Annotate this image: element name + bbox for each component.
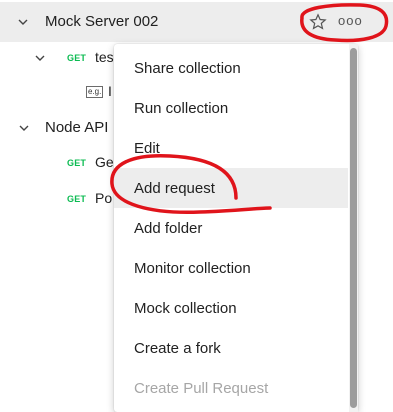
menu-item-edit[interactable]: Edit: [114, 128, 348, 168]
request-name: Po: [95, 190, 113, 206]
star-icon[interactable]: [309, 13, 327, 31]
chevron-down-icon[interactable]: [16, 15, 30, 29]
more-options-icon[interactable]: ooo: [338, 13, 363, 28]
menu-scrollbar[interactable]: [349, 44, 358, 412]
collection-name: Mock Server 002: [45, 13, 159, 30]
collection-row-mock-server[interactable]: Mock Server 002 ooo: [0, 2, 393, 42]
example-icon: e.g.: [86, 86, 104, 98]
menu-item-run-collection[interactable]: Run collection: [114, 88, 348, 128]
menu-item-add-folder[interactable]: Add folder: [114, 208, 348, 248]
method-badge: GET: [67, 53, 87, 63]
menu-item-create-fork[interactable]: Create a fork: [114, 328, 348, 368]
menu-item-mock-collection[interactable]: Mock collection: [114, 288, 348, 328]
menu-item-monitor-collection[interactable]: Monitor collection: [114, 248, 348, 288]
menu-item-add-request[interactable]: Add request: [114, 168, 348, 208]
request-name: Ge: [95, 154, 114, 170]
context-menu: Share collection Run collection Edit Add…: [114, 44, 358, 412]
menu-item-create-pull-request: Create Pull Request: [134, 379, 269, 397]
chevron-down-icon[interactable]: [17, 121, 31, 135]
collection-name: Node API: [45, 119, 109, 136]
request-name: tes: [95, 49, 114, 65]
scrollbar-thumb[interactable]: [350, 48, 357, 408]
chevron-down-icon[interactable]: [33, 51, 47, 65]
example-name: I: [108, 83, 112, 99]
menu-item-share-collection[interactable]: Share collection: [114, 48, 348, 88]
method-badge: GET: [67, 158, 87, 168]
method-badge: GET: [67, 194, 87, 204]
